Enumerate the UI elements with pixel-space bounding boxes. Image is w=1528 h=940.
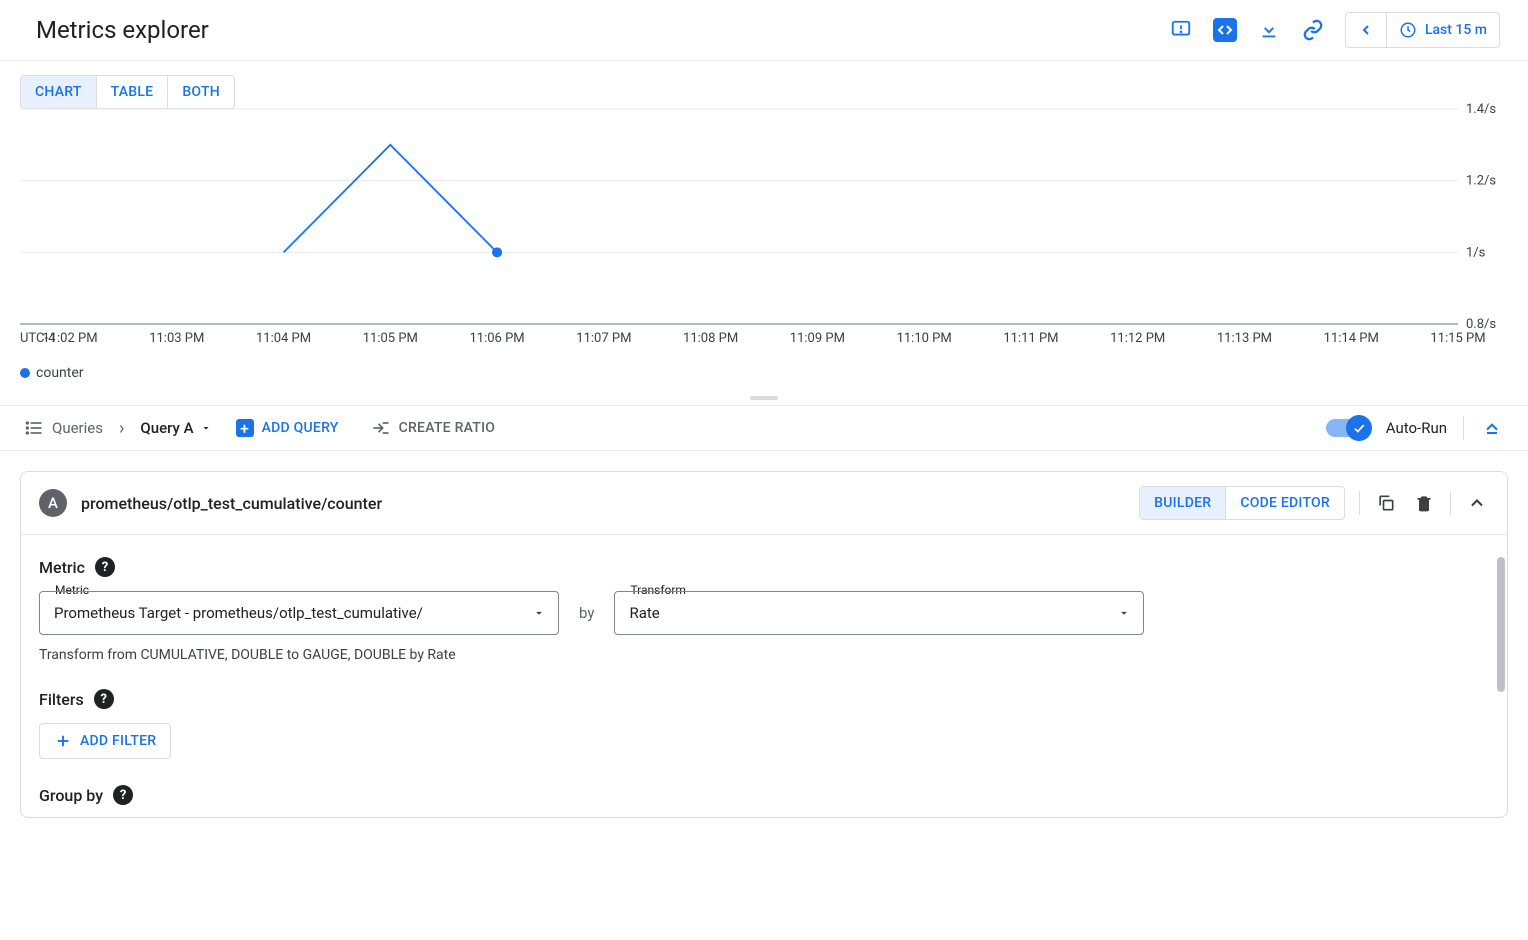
chevron-right-icon: › xyxy=(119,418,124,439)
divider xyxy=(1359,491,1360,515)
transform-note: Transform from CUMULATIVE, DOUBLE to GAU… xyxy=(39,647,1489,663)
code-editor-mode-button[interactable]: CODE EDITOR xyxy=(1225,487,1344,519)
svg-text:11:07 PM: 11:07 PM xyxy=(576,331,631,346)
svg-text:11:12 PM: 11:12 PM xyxy=(1110,331,1165,346)
download-icon[interactable] xyxy=(1257,18,1281,42)
mode-toggle: BUILDER CODE EDITOR xyxy=(1139,486,1345,520)
svg-text:11:08 PM: 11:08 PM xyxy=(683,331,738,346)
metric-heading: Metric xyxy=(39,558,85,577)
svg-text:11:13 PM: 11:13 PM xyxy=(1217,331,1272,346)
collapse-icon[interactable] xyxy=(1465,491,1489,515)
svg-text:11:09 PM: 11:09 PM xyxy=(790,331,845,346)
clock-icon xyxy=(1399,21,1417,39)
divider xyxy=(1463,416,1464,440)
copy-icon[interactable] xyxy=(1374,491,1398,515)
svg-text:11:15 PM: 11:15 PM xyxy=(1430,331,1485,346)
group-by-heading: Group by xyxy=(39,786,103,805)
svg-text:0.8/s: 0.8/s xyxy=(1466,317,1496,332)
legend-dot-icon xyxy=(20,368,30,378)
page-title: Metrics explorer xyxy=(36,16,209,44)
metric-select[interactable]: Prometheus Target - prometheus/otlp_test… xyxy=(39,591,559,635)
svg-text:1.2/s: 1.2/s xyxy=(1466,174,1496,189)
add-filter-button[interactable]: ADD FILTER xyxy=(39,723,171,759)
svg-text:11:11 PM: 11:11 PM xyxy=(1003,331,1058,346)
time-range-label: Last 15 m xyxy=(1425,22,1487,38)
caret-down-icon xyxy=(532,606,546,620)
query-title: prometheus/otlp_test_cumulative/counter xyxy=(81,494,382,513)
plus-icon: + xyxy=(236,419,254,437)
help-icon[interactable]: ? xyxy=(95,557,115,577)
query-dropdown[interactable]: Query A xyxy=(140,419,211,437)
caret-down-icon xyxy=(200,422,212,434)
delete-icon[interactable] xyxy=(1412,491,1436,515)
query-badge: A xyxy=(39,489,67,517)
caret-down-icon xyxy=(1117,606,1131,620)
builder-mode-button[interactable]: BUILDER xyxy=(1140,487,1225,519)
scrollbar[interactable] xyxy=(1497,557,1505,805)
drag-handle[interactable] xyxy=(0,391,1528,405)
svg-text:UTC-4: UTC-4 xyxy=(20,331,56,346)
legend-label: counter xyxy=(36,365,84,381)
chevron-left-icon[interactable] xyxy=(1346,13,1387,47)
svg-text:11:10 PM: 11:10 PM xyxy=(897,331,952,346)
check-icon xyxy=(1352,421,1366,435)
chart[interactable]: 1.4/s1.2/s1/s0.8/s11:02 PM11:03 PM11:04 … xyxy=(20,79,1508,359)
transform-select[interactable]: Rate xyxy=(614,591,1144,635)
code-icon[interactable] xyxy=(1213,18,1237,42)
auto-run-label: Auto-Run xyxy=(1386,419,1447,437)
by-label: by xyxy=(579,604,594,622)
svg-text:1.4/s: 1.4/s xyxy=(1466,102,1496,117)
plus-icon xyxy=(54,732,72,750)
svg-text:11:14 PM: 11:14 PM xyxy=(1324,331,1379,346)
svg-text:11:05 PM: 11:05 PM xyxy=(363,331,418,346)
queries-label: Queries xyxy=(52,419,103,437)
time-range-selector[interactable]: Last 15 m xyxy=(1345,12,1500,48)
ratio-icon xyxy=(371,418,391,438)
collapse-all-icon[interactable] xyxy=(1480,416,1504,440)
filters-heading: Filters xyxy=(39,690,84,709)
link-icon[interactable] xyxy=(1301,18,1325,42)
help-icon[interactable]: ? xyxy=(113,785,133,805)
list-icon xyxy=(24,418,44,438)
divider xyxy=(1450,491,1451,515)
svg-text:11:06 PM: 11:06 PM xyxy=(469,331,524,346)
add-query-button[interactable]: + ADD QUERY xyxy=(228,419,347,437)
help-icon[interactable]: ? xyxy=(94,689,114,709)
create-ratio-button[interactable]: CREATE RATIO xyxy=(363,418,504,438)
svg-text:1/s: 1/s xyxy=(1466,245,1486,260)
svg-text:11:04 PM: 11:04 PM xyxy=(256,331,311,346)
svg-text:11:03 PM: 11:03 PM xyxy=(149,331,204,346)
auto-run-toggle[interactable] xyxy=(1326,419,1370,437)
feedback-icon[interactable] xyxy=(1169,18,1193,42)
